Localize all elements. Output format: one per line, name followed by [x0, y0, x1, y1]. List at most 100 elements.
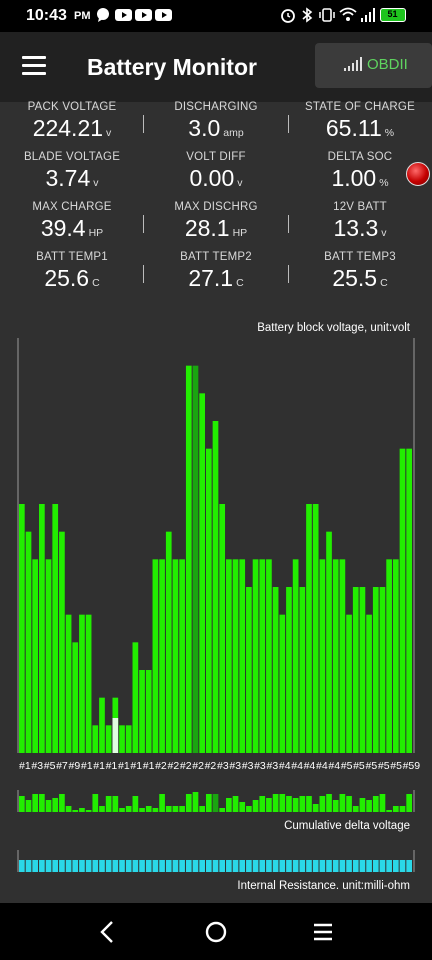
- resistance-bar-58: [399, 860, 406, 872]
- tick-label: #5: [44, 760, 56, 772]
- resistance-bar-52: [359, 860, 366, 872]
- tick-label: #4: [291, 760, 303, 772]
- bar-block-28: [199, 393, 205, 753]
- bar-block-33: [232, 559, 239, 753]
- bar-block-9: [72, 642, 79, 753]
- bar-block-43: [299, 587, 306, 753]
- bar-block-30: [212, 421, 219, 753]
- bar-block-55: [379, 587, 386, 753]
- resistance-bar-59: [406, 860, 412, 872]
- bar-block-38: [266, 559, 272, 753]
- cumulative-bar-24: [172, 806, 179, 812]
- resistance-bar-14: [105, 860, 112, 872]
- resistance-bar-25: [179, 860, 185, 872]
- resistance-bar-36: [252, 860, 259, 872]
- back-icon[interactable]: [98, 920, 118, 944]
- resistance-bar-22: [159, 860, 165, 872]
- resistance-bar-8: [65, 860, 72, 872]
- resistance-bar-15: [112, 860, 119, 872]
- resistance-bar-26: [185, 860, 192, 872]
- resistance-bar-53: [366, 860, 372, 872]
- bar-block-18: [132, 642, 139, 753]
- cumulative-delta-caption: Cumulative delta voltage: [284, 820, 410, 832]
- tick-label: #1: [19, 760, 31, 772]
- resistance-bar-24: [172, 860, 179, 872]
- cumulative-bar-45: [312, 804, 319, 812]
- bar-block-3: [32, 559, 39, 753]
- resistance-bar-44: [306, 860, 312, 872]
- bar-block-24: [172, 559, 179, 753]
- bar-block-7: [59, 531, 65, 753]
- cumulative-bar-4: [39, 794, 45, 812]
- bar-block-25: [179, 559, 185, 753]
- resistance-bar-35: [246, 860, 252, 872]
- resistance-bar-32: [226, 860, 232, 872]
- resistance-bar-48: [332, 860, 339, 872]
- resistance-bar-12: [92, 860, 99, 872]
- tick-label: #3: [242, 760, 254, 772]
- cumulative-bar-21: [152, 808, 159, 812]
- resistance-bar-49: [339, 860, 346, 872]
- bar-block-31: [219, 504, 226, 753]
- resistance-bar-40: [279, 860, 286, 872]
- tick-label: #5: [390, 760, 402, 772]
- cumulative-bar-9: [72, 810, 79, 812]
- tick-label: #4: [316, 760, 328, 772]
- cumulative-bar-29: [205, 794, 212, 812]
- resistance-bar-55: [379, 860, 386, 872]
- cumulative-bar-20: [145, 806, 152, 812]
- tick-label: #1: [81, 760, 93, 772]
- resistance-bar-41: [286, 860, 292, 872]
- cumulative-bar-36: [252, 800, 259, 812]
- resistance-bar-47: [326, 860, 332, 872]
- tick-label: #1: [106, 760, 118, 772]
- resistance-bar-31: [219, 860, 226, 872]
- cumulative-bar-54: [372, 796, 379, 812]
- bar-block-45: [312, 504, 319, 753]
- min-cell-marker: [112, 718, 119, 753]
- cumulative-bar-38: [266, 798, 272, 812]
- tick-label: #2: [168, 760, 180, 772]
- resistance-bar-33: [232, 860, 239, 872]
- recents-icon[interactable]: [312, 922, 334, 942]
- resistance-bar-13: [99, 860, 105, 872]
- tick-label: #1: [143, 760, 155, 772]
- tick-label: #5: [353, 760, 365, 772]
- bar-block-20: [145, 670, 152, 753]
- cumulative-bar-51: [352, 806, 359, 812]
- cumulative-bar-44: [306, 796, 312, 812]
- cumulative-bar-31: [219, 808, 226, 812]
- bar-block-52: [359, 587, 366, 753]
- cumulative-bar-10: [79, 808, 85, 812]
- cumulative-bar-53: [366, 800, 372, 812]
- cumulative-bar-5: [45, 800, 52, 812]
- resistance-bar-30: [212, 860, 219, 872]
- cumulative-bar-56: [386, 810, 392, 812]
- bar-block-48: [332, 559, 339, 753]
- bar-block-47: [326, 531, 332, 753]
- cumulative-bar-17: [125, 806, 132, 812]
- cumulative-bar-50: [346, 796, 352, 812]
- bar-block-5: [45, 559, 52, 753]
- cumulative-bar-48: [332, 800, 339, 812]
- cumulative-bar-1: [19, 796, 25, 812]
- resistance-bar-19: [139, 860, 145, 872]
- resistance-bar-2: [25, 860, 32, 872]
- cumulative-bar-41: [286, 796, 292, 812]
- bar-block-40: [279, 614, 286, 753]
- cumulative-bar-40: [279, 794, 286, 812]
- cumulative-bar-6: [52, 798, 59, 812]
- cumulative-bar-39: [272, 794, 279, 812]
- resistance-bar-38: [266, 860, 272, 872]
- cumulative-bar-7: [59, 794, 65, 812]
- bar-block-42: [292, 559, 299, 753]
- cumulative-bar-58: [399, 806, 406, 812]
- cumulative-bar-49: [339, 794, 346, 812]
- cumulative-bar-42: [292, 798, 299, 812]
- resistance-bar-29: [205, 860, 212, 872]
- cumulative-bar-22: [159, 794, 165, 812]
- resistance-bar-10: [79, 860, 85, 872]
- bar-block-46: [319, 559, 326, 753]
- home-icon[interactable]: [204, 920, 228, 944]
- cumulative-bar-8: [65, 806, 72, 812]
